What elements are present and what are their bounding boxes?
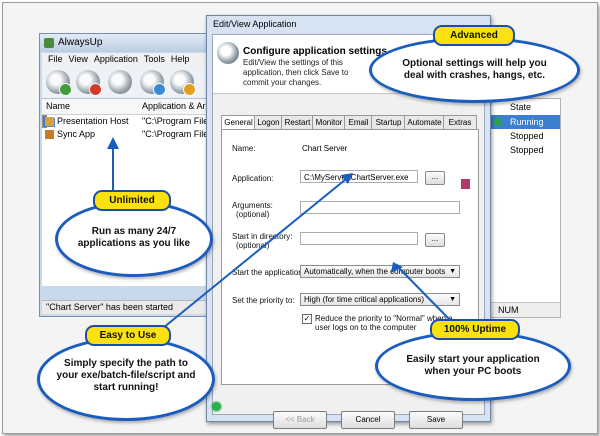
arguments-label: Arguments: [232, 201, 273, 210]
easy-tag: Easy to Use [85, 325, 171, 346]
num-indicator: NUM [498, 305, 519, 315]
dialog-heading: Configure application settings [243, 46, 387, 57]
dialog-title: Edit/View Application [213, 19, 297, 29]
priority-value: High (for time critical applications) [304, 295, 425, 304]
start-gear-icon[interactable] [140, 70, 166, 96]
unlimited-callout: Run as many 24/7 applications as you lik… [55, 201, 213, 277]
tab-email[interactable]: Email [344, 115, 373, 129]
alwaysup-title: AlwaysUp [58, 37, 103, 48]
app-icon [45, 117, 54, 126]
cancel-button[interactable]: Cancel [341, 411, 395, 429]
state-row[interactable]: Stopped [484, 143, 560, 157]
easy-callout-text: Simply specify the path to your exe/batc… [56, 358, 196, 393]
tab-logon[interactable]: Logon [254, 115, 283, 129]
list-item[interactable]: Sync App "C:\Program Files [42, 128, 216, 141]
screenshot-frame: AlwaysUp File View Application Tools Help Na… [2, 2, 598, 434]
start-app-label: Start the application: [232, 268, 305, 277]
chevron-down-icon: ▼ [449, 268, 456, 275]
column-path[interactable]: Application & Ar [142, 101, 206, 111]
state-header[interactable]: State [510, 102, 531, 112]
reduce-priority-checkbox[interactable]: ✓ [302, 314, 312, 324]
app-name: Presentation Host [57, 116, 129, 126]
start-dir-optional: (optional) [236, 241, 270, 250]
arguments-field[interactable] [300, 201, 460, 214]
state-value: Running [510, 117, 544, 127]
arguments-optional: (optional) [236, 210, 270, 219]
run-as-icon[interactable] [461, 179, 470, 189]
menu-file[interactable]: File [48, 53, 63, 66]
tab-general[interactable]: General [221, 115, 256, 130]
uptime-callout: Easily start your application when your … [375, 331, 571, 401]
toolbar [42, 66, 218, 99]
list-item[interactable]: Presentation Host "C:\Program Files [42, 115, 216, 128]
name-value: Chart Server [302, 144, 348, 153]
start-dir-label: Start in directory: [232, 232, 293, 241]
advanced-callout: Optional settings will help you deal wit… [369, 37, 580, 103]
state-value: Stopped [510, 131, 544, 141]
priority-select[interactable]: High (for time critical applications) ▼ [300, 293, 460, 306]
column-name[interactable]: Name [46, 101, 70, 111]
state-row[interactable]: Stopped [484, 129, 560, 143]
menu-bar: File View Application Tools Help [42, 53, 218, 66]
menu-application[interactable]: Application [94, 53, 138, 66]
list-header: Name Application & Ar [42, 99, 216, 115]
priority-label: Set the priority to: [232, 296, 295, 305]
uptime-tag: 100% Uptime [430, 319, 520, 340]
dialog-subheading: Edit/View the settings of this applicati… [243, 58, 349, 87]
start-app-select[interactable]: Automatically, when the computer boots ▼ [300, 265, 460, 278]
stop-gear-icon[interactable] [170, 70, 196, 96]
alwaysup-titlebar: AlwaysUp [40, 34, 220, 52]
delete-gear-icon[interactable] [76, 70, 102, 96]
advanced-tag: Advanced [433, 25, 515, 46]
settings-gear-icon[interactable] [108, 70, 132, 94]
unlimited-callout-text: Run as many 24/7 applications as you lik… [77, 226, 191, 249]
app-path: "C:\Program Files [142, 129, 213, 139]
uptime-callout-text: Easily start your application when your … [406, 354, 540, 377]
start-dir-field[interactable] [300, 232, 418, 245]
tab-monitor[interactable]: Monitor [312, 115, 346, 129]
application-label: Application: [232, 174, 274, 183]
tab-restart[interactable]: Restart [281, 115, 314, 129]
status-num: NUM [484, 302, 560, 317]
app-icon [45, 130, 54, 139]
unlimited-tag: Unlimited [93, 190, 171, 211]
running-icon [494, 118, 502, 126]
app-icon [44, 38, 54, 48]
easy-callout: Simply specify the path to your exe/batc… [37, 337, 215, 421]
app-name: Sync App [57, 129, 96, 139]
tab-extras[interactable]: Extras [443, 115, 477, 129]
chevron-down-icon: ▼ [449, 296, 456, 303]
browse-directory-button[interactable]: ... [425, 233, 445, 247]
advanced-callout-text: Optional settings will help you deal wit… [402, 58, 547, 81]
status-bar: "Chart Server" has been started [42, 300, 218, 314]
save-button[interactable]: Save [409, 411, 463, 429]
add-gear-icon[interactable] [46, 70, 72, 96]
menu-view[interactable]: View [69, 53, 88, 66]
status-light-icon [212, 402, 221, 411]
menu-help[interactable]: Help [171, 53, 190, 66]
tab-startup[interactable]: Startup [371, 115, 406, 129]
name-label: Name: [232, 144, 256, 153]
tab-automate[interactable]: Automate [404, 115, 445, 129]
app-path: "C:\Program Files [142, 116, 213, 126]
back-button[interactable]: << Back [273, 411, 327, 429]
menu-tools[interactable]: Tools [144, 53, 165, 66]
browse-application-button[interactable]: ... [425, 171, 445, 185]
start-app-value: Automatically, when the computer boots [304, 267, 446, 276]
application-field[interactable]: C:\MyServer\ChartServer.exe [300, 170, 418, 183]
state-value: Stopped [510, 145, 544, 155]
state-column: State Running Stopped Stopped NUM [483, 98, 561, 318]
state-row[interactable]: Running [484, 115, 560, 129]
settings-gear-icon [217, 42, 239, 64]
